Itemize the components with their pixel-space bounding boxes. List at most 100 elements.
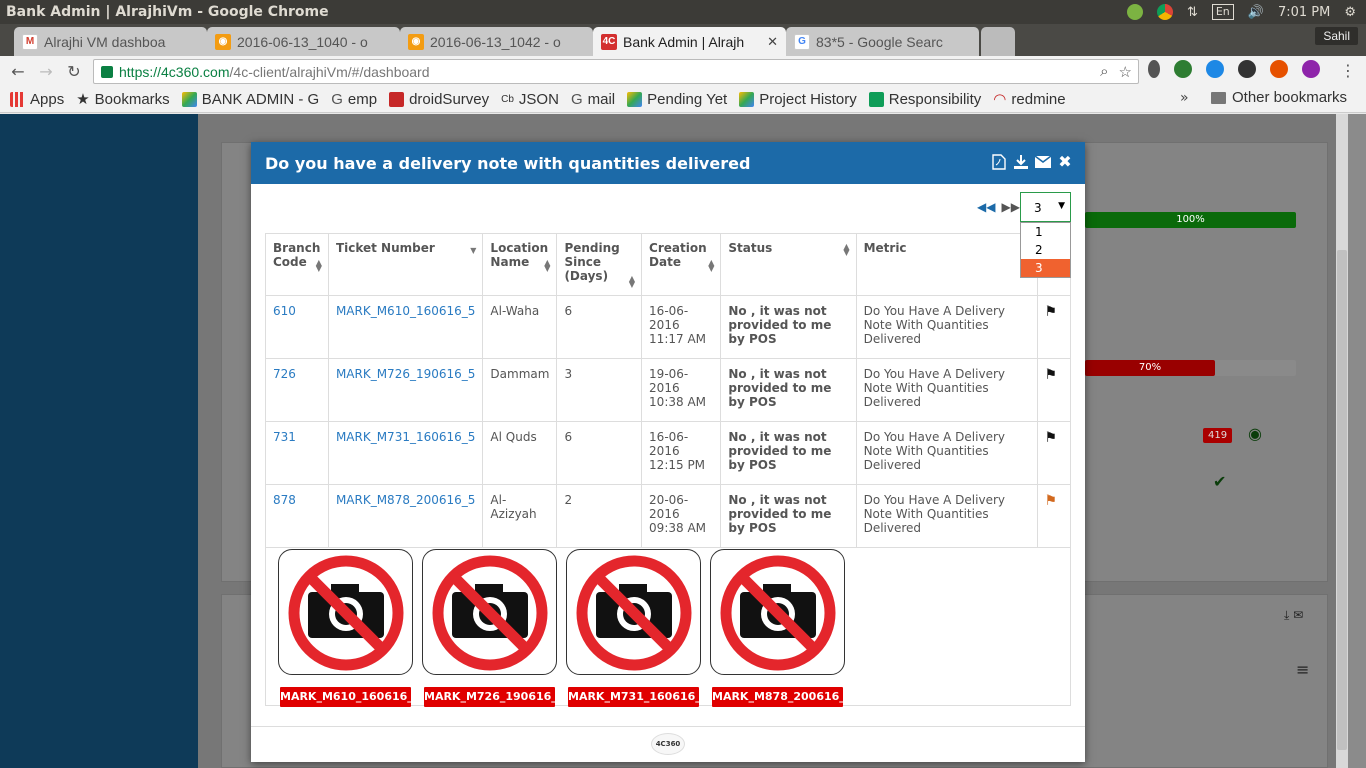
- branch-code-link[interactable]: 731: [273, 430, 296, 444]
- profile-button[interactable]: Sahil: [1315, 27, 1358, 45]
- ticket-link[interactable]: MARK_M731_160616_5: [336, 430, 475, 444]
- photo-label[interactable]: MARK_M726_190616_5: [424, 687, 564, 707]
- close-icon[interactable]: ✖: [1057, 154, 1073, 170]
- bookmark-project-history[interactable]: Project History: [739, 91, 857, 108]
- table-row[interactable]: 610 MARK_M610_160616_5 Al-Waha 6 16-06-2…: [265, 295, 1072, 359]
- folder-icon: [1211, 91, 1226, 104]
- previous-page-icon[interactable]: ◀◀: [977, 200, 995, 214]
- photo-label[interactable]: MARK_M731_160616_5: [568, 687, 708, 707]
- ticket-link[interactable]: MARK_M726_190616_5: [336, 367, 475, 381]
- scrollbar-thumb[interactable]: [1337, 250, 1347, 750]
- table-row[interactable]: 726 MARK_M726_190616_5 Dammam 3 19-06-20…: [265, 358, 1072, 422]
- download-icon[interactable]: [1013, 154, 1029, 170]
- page-select[interactable]: 3 ▼: [1020, 192, 1071, 222]
- reload-button[interactable]: ↻: [60, 62, 88, 81]
- hamburger-menu-icon[interactable]: ≡: [1296, 660, 1309, 679]
- drive-icon: [181, 91, 197, 107]
- no-photo-image[interactable]: [566, 549, 701, 675]
- no-photo-image[interactable]: [278, 549, 413, 675]
- tickets-table: Branch Code ▲ ▼ Ticket Number ▼ Location Na…: [265, 233, 1072, 548]
- column-header-ticket-number[interactable]: Ticket Number ▼: [327, 233, 484, 296]
- bookmark-redmine[interactable]: ◠ redmine: [993, 90, 1065, 109]
- new-tab-button[interactable]: [981, 27, 1015, 56]
- other-bookmarks[interactable]: Other bookmarks: [1211, 89, 1347, 106]
- bookmark-bank-admin[interactable]: BANK ADMIN - G: [181, 91, 319, 108]
- no-photo-image[interactable]: [422, 549, 557, 675]
- bookmark-droidsurvey[interactable]: droidSurvey: [389, 91, 489, 108]
- back-button[interactable]: ←: [4, 62, 32, 81]
- column-header-branch-code[interactable]: Branch Code ▲ ▼: [265, 233, 329, 296]
- table-row[interactable]: 878 MARK_M878_200616_5 Al-Azizyah 2 20-0…: [265, 484, 1072, 548]
- no-camera-icon: [288, 555, 404, 671]
- flag-icon[interactable]: ⚑: [1045, 493, 1058, 509]
- table-row[interactable]: 731 MARK_M731_160616_5 Al Quds 6 16-06-2…: [265, 421, 1072, 485]
- page-select-options: 1 2 3: [1020, 222, 1071, 278]
- tab-gmail[interactable]: M Alrajhi VM dashboa: [14, 27, 207, 56]
- forward-button[interactable]: →: [32, 62, 60, 81]
- update-icon[interactable]: [1126, 4, 1143, 20]
- column-header-creation-date[interactable]: Creation Date ▲ ▼: [641, 233, 722, 296]
- sort-icon[interactable]: ▲ ▼: [629, 275, 635, 289]
- bookmark-bookmarks[interactable]: ★ Bookmarks: [76, 90, 169, 109]
- column-header-location-name[interactable]: Location Name ▲ ▼: [482, 233, 558, 296]
- bookmark-mail[interactable]: Gmail: [571, 91, 615, 108]
- tab-google-search[interactable]: G 83*5 - Google Searc: [786, 27, 979, 56]
- ticket-link[interactable]: MARK_M878_200616_5: [336, 493, 475, 507]
- tab-bank-admin[interactable]: 4C Bank Admin | Alrajh ✕: [593, 27, 786, 56]
- flag-icon[interactable]: ⚑: [1045, 367, 1058, 383]
- photo-label[interactable]: MARK_M610_160616_5: [280, 687, 420, 707]
- volume-icon[interactable]: 🔊: [1248, 5, 1264, 20]
- eyedropper-extension-icon[interactable]: [1148, 60, 1160, 78]
- branch-code-link[interactable]: 878: [273, 493, 296, 507]
- keyboard-language[interactable]: En: [1211, 4, 1234, 20]
- status-cell: No , it was not provided to me by POS: [720, 421, 857, 485]
- sort-icon[interactable]: ▲ ▼: [316, 259, 322, 273]
- column-header-metric[interactable]: Metric: [855, 233, 1038, 296]
- column-header-status[interactable]: Status ▲ ▼: [720, 233, 857, 296]
- pen-extension-icon[interactable]: [1302, 60, 1320, 78]
- flag-icon[interactable]: ⚑: [1045, 430, 1058, 446]
- zoom-icon[interactable]: ⌕: [1100, 63, 1108, 81]
- column-header-pending-since[interactable]: Pending Since (Days) ▲ ▼: [556, 233, 643, 296]
- ticket-link[interactable]: MARK_M610_160616_5: [336, 304, 475, 318]
- bookmark-responsibility[interactable]: Responsibility: [868, 91, 981, 108]
- 4c-icon: 4C: [601, 33, 617, 50]
- next-page-icon[interactable]: ▶▶: [1001, 200, 1019, 214]
- blue-extension-icon[interactable]: [1206, 60, 1224, 78]
- tab-rss-1042[interactable]: ◉ 2016-06-13_1042 - o: [400, 27, 593, 56]
- bookmark-pending-yet[interactable]: Pending Yet: [627, 91, 727, 108]
- bookmark-star-icon[interactable]: ☆: [1119, 63, 1132, 81]
- eye-icon[interactable]: ◉: [1248, 424, 1262, 443]
- photo-label[interactable]: MARK_M878_200616_5: [712, 687, 852, 707]
- bookmark-emp[interactable]: Gemp: [331, 91, 377, 108]
- branch-code-link[interactable]: 610: [273, 304, 296, 318]
- bookmark-json[interactable]: Cb JSON: [501, 91, 559, 108]
- sort-icon[interactable]: ▲ ▼: [843, 243, 849, 257]
- clock[interactable]: 7:01 PM: [1278, 5, 1330, 20]
- bookmark-apps[interactable]: Apps: [10, 91, 64, 108]
- more-bookmarks-chevron-icon[interactable]: »: [1180, 90, 1189, 106]
- page-option[interactable]: 1: [1021, 223, 1070, 241]
- tab-rss-1040[interactable]: ◉ 2016-06-13_1040 - o: [207, 27, 400, 56]
- chrome-menu-icon[interactable]: ⋮: [1340, 61, 1356, 80]
- no-photo-image[interactable]: [710, 549, 845, 675]
- wrench-extension-icon[interactable]: [1238, 60, 1256, 78]
- sort-icon[interactable]: ▲ ▼: [708, 259, 714, 273]
- download-icon[interactable]: ⤓ ✉: [1284, 608, 1303, 623]
- network-icon[interactable]: ⇅: [1187, 5, 1198, 20]
- settings-gear-icon[interactable]: ⚙: [1344, 5, 1356, 20]
- pdf-icon[interactable]: [991, 154, 1007, 170]
- address-bar[interactable]: https://4c360.com /4c-client/alrajhiVm/#…: [93, 59, 1139, 84]
- close-tab-icon[interactable]: ✕: [761, 34, 778, 50]
- orange-extension-icon[interactable]: [1270, 60, 1288, 78]
- sort-icon[interactable]: ▲ ▼: [544, 259, 550, 273]
- chrome-icon[interactable]: [1156, 4, 1173, 20]
- sort-desc-icon[interactable]: ▼: [470, 247, 476, 255]
- green-extension-icon[interactable]: [1174, 60, 1192, 78]
- page-option[interactable]: 2: [1021, 241, 1070, 259]
- branch-code-link[interactable]: 726: [273, 367, 296, 381]
- star-icon: ★: [76, 91, 90, 108]
- page-option-selected[interactable]: 3: [1021, 259, 1070, 277]
- flag-icon[interactable]: ⚑: [1045, 304, 1058, 320]
- email-icon[interactable]: [1035, 154, 1051, 170]
